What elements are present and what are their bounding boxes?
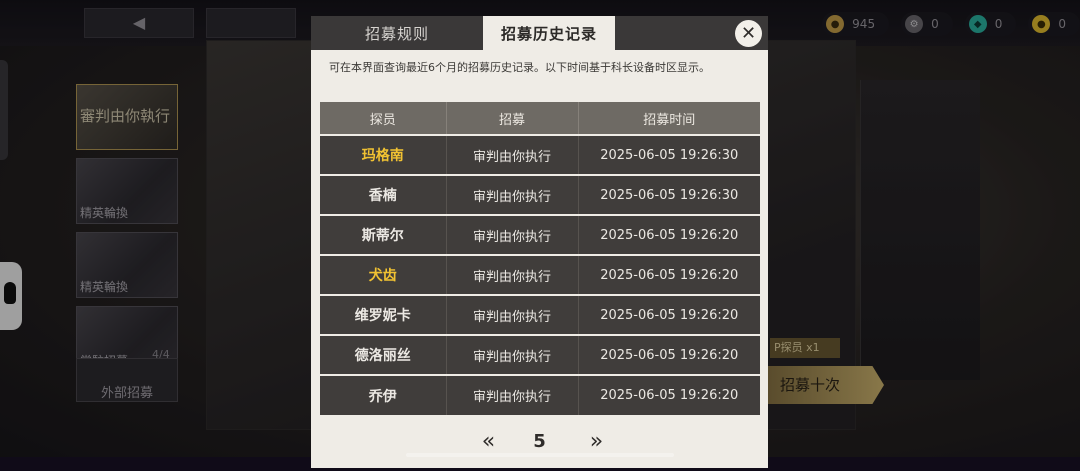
next-page-button[interactable]: » bbox=[589, 428, 604, 454]
agent-name: 犬齿 bbox=[320, 254, 447, 295]
close-button[interactable]: ✕ bbox=[735, 20, 762, 47]
recruit-time: 2025-06-05 19:26:30 bbox=[578, 134, 760, 175]
pool-name: 审判由你执行 bbox=[446, 174, 579, 215]
pool-name: 审判由你执行 bbox=[446, 374, 579, 415]
history-notice: 可在本界面查询最近6个月的招募历史记录。以下时间基于科长设备时区显示。 bbox=[329, 61, 710, 74]
agent-name: 德洛丽丝 bbox=[320, 334, 447, 375]
recruit-time: 2025-06-05 19:26:20 bbox=[578, 334, 760, 375]
double-chevron-right-icon: » bbox=[589, 428, 604, 454]
table-row: 玛格南 审判由你执行 2025-06-05 19:26:30 bbox=[320, 134, 760, 175]
agent-name: 斯蒂尔 bbox=[320, 214, 447, 255]
pool-name: 审判由你执行 bbox=[446, 254, 579, 295]
agent-name: 乔伊 bbox=[320, 374, 447, 415]
agent-name: 维罗妮卡 bbox=[320, 294, 447, 335]
column-header-pool: 招募 bbox=[446, 102, 579, 135]
agent-name: 香楠 bbox=[320, 174, 447, 215]
column-header-agent: 探员 bbox=[320, 102, 447, 135]
table-row: 德洛丽丝 审判由你执行 2025-06-05 19:26:20 bbox=[320, 334, 760, 375]
recruit-time: 2025-06-05 19:26:20 bbox=[578, 254, 760, 295]
double-chevron-left-icon: « bbox=[481, 428, 496, 454]
tab-label: 招募历史记录 bbox=[500, 24, 597, 43]
pool-name: 审判由你执行 bbox=[446, 334, 579, 375]
dialog-tabs: 招募规则 招募历史记录 bbox=[311, 16, 768, 50]
recruit-time: 2025-06-05 19:26:20 bbox=[578, 294, 760, 335]
tab-recruit-history[interactable]: 招募历史记录 bbox=[483, 16, 615, 50]
pool-name: 审判由你执行 bbox=[446, 134, 579, 175]
pagination: « 5 » bbox=[311, 426, 768, 456]
prev-page-button[interactable]: « bbox=[481, 428, 496, 454]
recruit-time: 2025-06-05 19:26:30 bbox=[578, 174, 760, 215]
table-row: 犬齿 审判由你执行 2025-06-05 19:26:20 bbox=[320, 254, 760, 295]
pool-name: 审判由你执行 bbox=[446, 214, 579, 255]
pool-name: 审判由你执行 bbox=[446, 294, 579, 335]
recruit-history-dialog: 招募规则 招募历史记录 ✕ 可在本界面查询最近6个月的招募历史记录。以下时间基于… bbox=[311, 16, 768, 468]
tab-recruit-rules[interactable]: 招募规则 bbox=[311, 16, 483, 50]
table-row: 乔伊 审判由你执行 2025-06-05 19:26:20 bbox=[320, 374, 760, 415]
close-icon: ✕ bbox=[740, 23, 757, 44]
history-table: 探员 招募 招募时间 玛格南 审判由你执行 2025-06-05 19:26:3… bbox=[320, 102, 760, 415]
agent-name: 玛格南 bbox=[320, 134, 447, 175]
column-header-time: 招募时间 bbox=[578, 102, 760, 135]
table-row: 维罗妮卡 审判由你执行 2025-06-05 19:26:20 bbox=[320, 294, 760, 335]
history-panel: 可在本界面查询最近6个月的招募历史记录。以下时间基于科长设备时区显示。 探员 招… bbox=[311, 50, 768, 468]
scrollbar[interactable] bbox=[406, 453, 674, 457]
table-header-row: 探员 招募 招募时间 bbox=[320, 102, 760, 135]
table-row: 斯蒂尔 审判由你执行 2025-06-05 19:26:20 bbox=[320, 214, 760, 255]
recruit-time: 2025-06-05 19:26:20 bbox=[578, 214, 760, 255]
table-row: 香楠 审判由你执行 2025-06-05 19:26:30 bbox=[320, 174, 760, 215]
recruit-time: 2025-06-05 19:26:20 bbox=[578, 374, 760, 415]
tab-label: 招募规则 bbox=[364, 24, 429, 43]
current-page-number: 5 bbox=[533, 430, 546, 452]
